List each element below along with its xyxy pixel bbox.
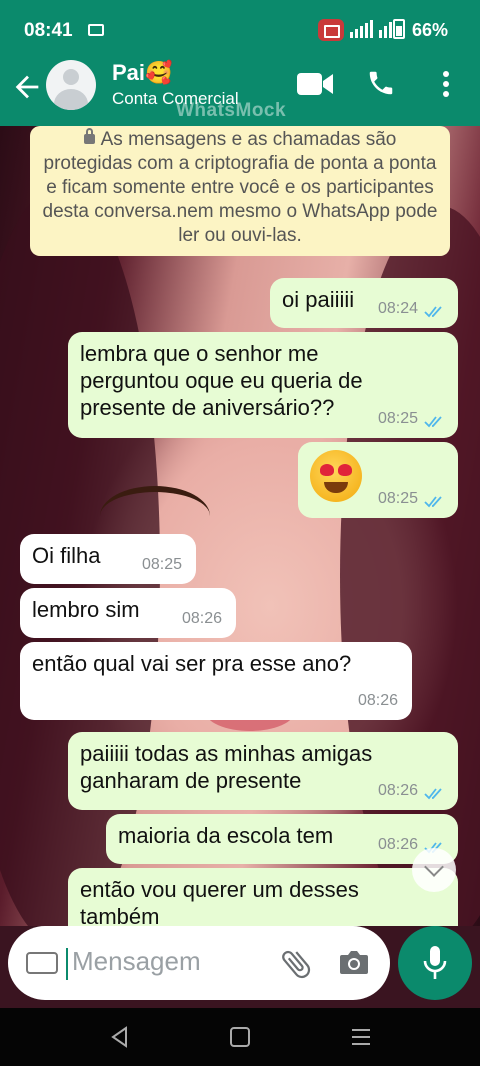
message-time: 08:26 (377, 836, 418, 853)
back-arrow-icon[interactable] (10, 70, 44, 104)
watermark-text: WhatsMock (176, 100, 287, 121)
message-outgoing[interactable]: oi paiiiii 08:24 (270, 278, 458, 328)
message-text: maioria da escola tem (118, 823, 334, 848)
message-input[interactable]: Mensagem (8, 926, 390, 1000)
read-ticks-icon (424, 416, 442, 428)
chat-header: Pai🥰 Conta Comercial WhatsMock (0, 60, 480, 126)
message-time: 08:26 (377, 782, 418, 799)
sim-icon (88, 24, 104, 36)
encryption-notice-text: As mensagens e as chamadas são protegida… (42, 129, 438, 246)
message-time: 08:25 (141, 556, 182, 573)
message-text: oi paiiiii (282, 287, 355, 312)
message-time: 08:25 (377, 410, 418, 427)
message-time: 08:26 (357, 692, 398, 709)
nav-recents-icon[interactable] (350, 1027, 372, 1047)
heart-eyes-emoji-icon (310, 450, 362, 502)
message-outgoing[interactable]: maioria da escola tem 08:26 (106, 814, 458, 864)
signal-icon (350, 20, 392, 38)
status-bar: 08:41 66% (0, 0, 480, 60)
encryption-notice[interactable]: As mensagens e as chamadas são protegida… (30, 126, 450, 256)
message-time: 08:26 (181, 610, 222, 627)
message-text: então qual vai ser pra esse ano? (32, 651, 352, 676)
message-text: Oi filha (32, 543, 101, 568)
battery-percent: 66% (412, 20, 449, 40)
nav-back-icon[interactable] (108, 1025, 132, 1049)
keyboard-icon[interactable] (26, 952, 58, 974)
mic-icon (423, 946, 447, 979)
contact-name[interactable]: Pai🥰 (112, 60, 172, 86)
screen-recording-icon (318, 19, 344, 41)
nav-home-icon[interactable] (230, 1027, 250, 1047)
voice-message-button[interactable] (398, 926, 472, 1000)
video-call-icon[interactable] (296, 70, 334, 98)
camera-icon[interactable] (338, 948, 370, 976)
contact-avatar[interactable] (46, 60, 96, 110)
read-ticks-icon (424, 788, 442, 800)
chat-area[interactable]: As mensagens e as chamadas são protegida… (0, 126, 480, 926)
message-text: lembra que o senhor me perguntou oque eu… (80, 341, 363, 420)
message-outgoing[interactable]: lembra que o senhor me perguntou oque eu… (68, 332, 458, 438)
voice-call-icon[interactable] (366, 68, 396, 98)
status-time: 08:41 (24, 20, 73, 41)
message-time: 08:25 (377, 490, 418, 507)
more-options-icon[interactable] (436, 68, 456, 100)
message-text: lembro sim (32, 597, 140, 622)
lock-icon (83, 128, 95, 144)
battery-icon (393, 19, 405, 39)
message-incoming[interactable]: Oi filha 08:25 (20, 534, 196, 584)
message-text: paiiiii todas as minhas amigas ganharam … (80, 741, 373, 793)
message-incoming[interactable]: lembro sim 08:26 (20, 588, 236, 638)
scroll-to-bottom-button[interactable] (412, 848, 456, 892)
text-cursor (66, 948, 68, 980)
message-outgoing[interactable]: 08:25 (298, 442, 458, 518)
message-incoming[interactable]: então qual vai ser pra esse ano? 08:26 (20, 642, 412, 720)
read-ticks-icon (424, 496, 442, 508)
message-input-bar: Mensagem (0, 916, 480, 1008)
message-outgoing[interactable]: paiiiii todas as minhas amigas ganharam … (68, 732, 458, 810)
message-time: 08:24 (377, 300, 418, 317)
read-ticks-icon (424, 306, 442, 318)
attach-icon[interactable] (278, 946, 314, 982)
message-placeholder: Mensagem (72, 946, 201, 976)
system-navigation-bar (0, 1008, 480, 1066)
